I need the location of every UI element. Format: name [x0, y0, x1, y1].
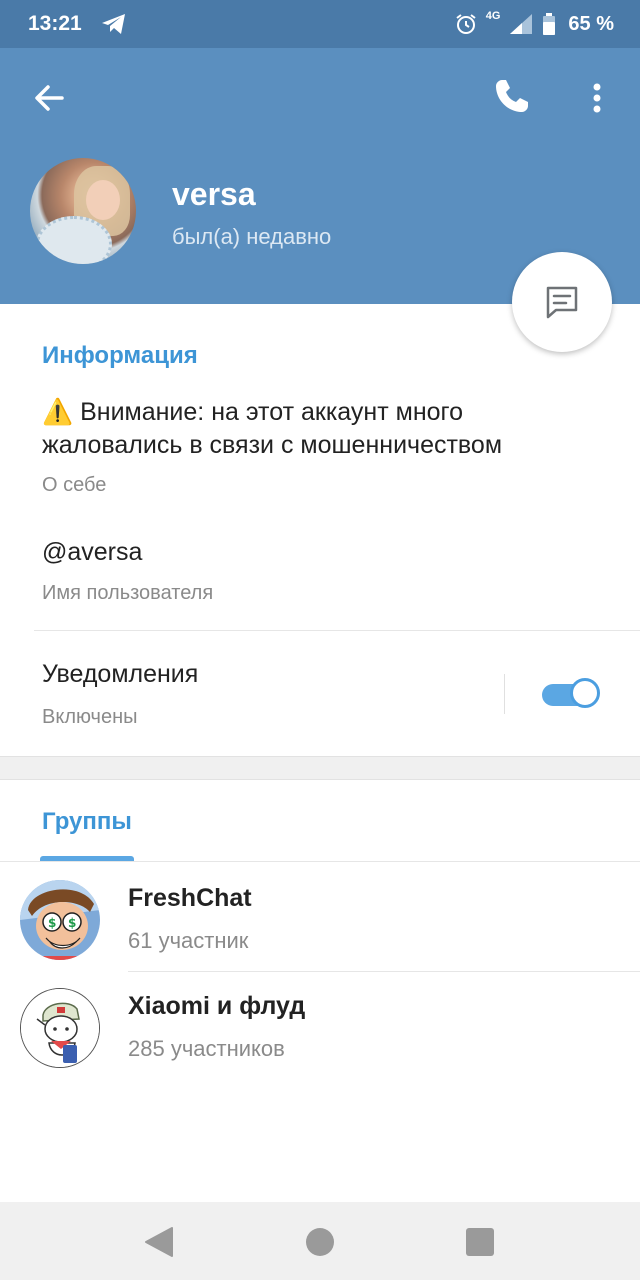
status-time: 13:21	[28, 12, 82, 35]
toggle-knob	[570, 678, 600, 708]
profile-screen: 13:21 4G 65 % versa был(а) недавно Инфор…	[0, 0, 640, 1280]
notifications-state: Включены	[42, 706, 138, 728]
avatar-pillow	[36, 216, 112, 264]
notifications-toggle[interactable]	[542, 678, 600, 708]
status-bar: 13:21 4G 65 %	[0, 0, 640, 48]
bio-text[interactable]: ⚠️ Внимание: на этот аккаунт много жалов…	[42, 396, 602, 462]
group-avatar-image	[21, 989, 99, 1067]
nav-home-icon[interactable]	[306, 1228, 334, 1256]
username-label: Имя пользователя	[42, 582, 214, 604]
profile-status: был(а) недавно	[172, 224, 332, 249]
group-avatar	[20, 988, 100, 1068]
bio-content: Внимание: на этот аккаунт много жаловали…	[42, 398, 503, 459]
telegram-icon	[102, 14, 125, 34]
phone-icon[interactable]	[492, 76, 532, 116]
more-vertical-icon[interactable]	[582, 78, 612, 118]
tab-groups[interactable]: Группы	[42, 808, 132, 836]
profile-name: versa	[172, 176, 256, 212]
network-type: 4G	[485, 10, 501, 22]
username[interactable]: @aversa	[42, 538, 142, 567]
battery-percent: 65 %	[568, 12, 614, 35]
list-item[interactable]: $ $ FreshChat 61 участник	[0, 862, 640, 968]
avatar-face	[86, 180, 120, 220]
battery-icon	[543, 13, 556, 35]
group-members: 61 участник	[128, 928, 249, 953]
svg-text:$: $	[68, 916, 76, 930]
status-icons: 4G 65 %	[454, 10, 614, 38]
svg-text:$: $	[48, 916, 56, 930]
alarm-icon	[456, 14, 476, 34]
group-members: 285 участников	[128, 1036, 285, 1061]
group-avatar-image: $ $	[20, 880, 100, 960]
vertical-divider	[504, 674, 505, 714]
group-name: Xiaomi и флуд	[128, 992, 306, 1020]
notifications-title[interactable]: Уведомления	[42, 660, 198, 689]
send-message-button[interactable]	[512, 252, 612, 352]
info-section-title: Информация	[42, 342, 198, 369]
list-item[interactable]: Xiaomi и флуд 285 участников	[0, 970, 640, 1076]
section-gap	[0, 756, 640, 780]
group-avatar: $ $	[20, 880, 100, 960]
bio-label: О себе	[42, 474, 107, 496]
arrow-left-icon[interactable]	[30, 78, 70, 118]
nav-back-icon[interactable]	[144, 1226, 174, 1258]
nav-recents-icon[interactable]	[466, 1228, 494, 1256]
divider	[34, 630, 640, 631]
group-name: FreshChat	[128, 884, 252, 912]
avatar[interactable]	[30, 158, 136, 264]
system-nav-bar	[0, 1202, 640, 1280]
message-icon	[546, 286, 578, 319]
signal-icon	[510, 14, 533, 34]
warning-icon: ⚠️	[42, 398, 74, 426]
